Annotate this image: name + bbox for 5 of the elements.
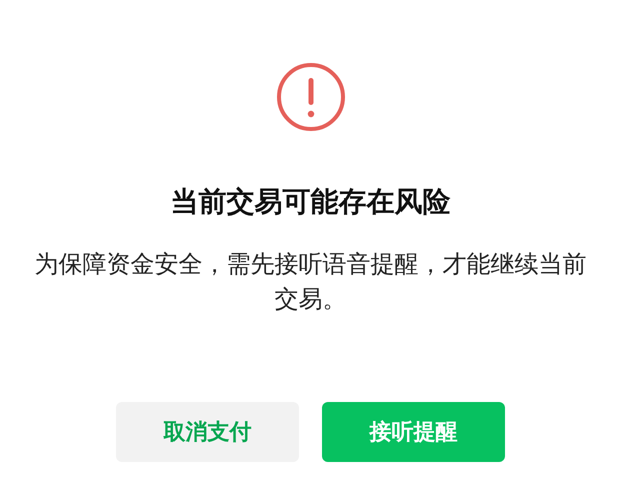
cancel-button[interactable]: 取消支付 [116, 402, 299, 462]
dialog-message: 为保障资金安全，需先接听语音提醒，才能继续当前交易。 [34, 249, 588, 315]
warning-icon [276, 62, 346, 132]
dialog-title: 当前交易可能存在风险 [170, 184, 450, 220]
confirm-button[interactable]: 接听提醒 [322, 402, 505, 462]
